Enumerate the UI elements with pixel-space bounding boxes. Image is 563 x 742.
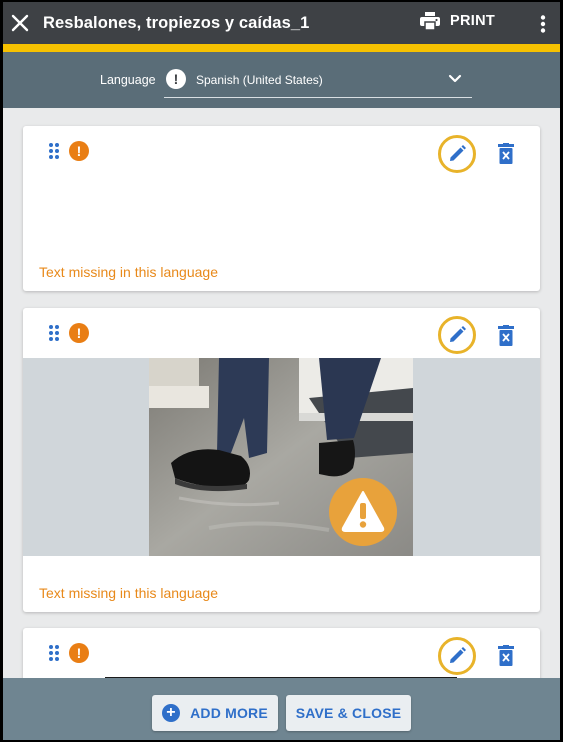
warning-triangle-icon — [329, 478, 397, 546]
drag-handle-icon[interactable] — [49, 645, 61, 661]
print-label: PRINT — [450, 13, 495, 29]
alert-icon: ! — [166, 69, 186, 89]
edit-button[interactable] — [438, 135, 476, 173]
content-card: ! — [23, 308, 540, 612]
delete-icon[interactable] — [497, 143, 515, 165]
missing-text-notice: Text missing in this language — [39, 585, 218, 601]
close-button[interactable] — [7, 10, 33, 36]
warning-icon: ! — [69, 141, 89, 161]
more-vertical-icon — [540, 15, 546, 33]
printer-icon — [420, 12, 440, 30]
add-more-button[interactable]: + ADD MORE — [152, 695, 278, 731]
image-area — [23, 358, 540, 556]
content-card: ! — [23, 628, 540, 678]
slip-hazard-photo — [149, 358, 413, 556]
page-title: Resbalones, tropiezos y caídas_1 — [43, 13, 310, 32]
footer-bar: + ADD MORE SAVE & CLOSE — [3, 678, 560, 740]
language-selected-value: Spanish (United States) — [196, 73, 323, 87]
drag-handle-icon[interactable] — [49, 325, 61, 341]
drag-handle-icon[interactable] — [49, 143, 61, 159]
delete-icon[interactable] — [497, 325, 515, 347]
missing-text-notice: Text missing in this language — [39, 264, 218, 280]
accent-stripe — [3, 44, 560, 52]
save-close-label: SAVE & CLOSE — [295, 705, 402, 721]
pencil-icon — [450, 647, 466, 663]
edit-button[interactable] — [438, 637, 476, 675]
content-list: ! Text missing in this language ! Text m… — [3, 108, 560, 678]
app-bar: Resbalones, tropiezos y caídas_1 PRINT — [3, 2, 560, 44]
print-button[interactable]: PRINT — [420, 12, 495, 30]
language-bar: Language ! Spanish (United States) — [3, 52, 560, 108]
pencil-icon — [450, 326, 466, 342]
edit-button[interactable] — [438, 316, 476, 354]
warning-icon: ! — [69, 323, 89, 343]
language-label: Language — [100, 73, 156, 87]
plus-circle-icon: + — [162, 704, 181, 722]
language-select[interactable]: ! Spanish (United States) — [164, 64, 472, 98]
app-frame: Resbalones, tropiezos y caídas_1 PRINT L… — [3, 2, 560, 740]
close-icon — [11, 14, 29, 32]
save-close-button[interactable]: SAVE & CLOSE — [286, 695, 411, 731]
content-card: ! Text missing in this language — [23, 126, 540, 291]
warning-icon: ! — [69, 643, 89, 663]
add-more-label: ADD MORE — [190, 705, 268, 721]
chevron-down-icon — [448, 74, 462, 83]
delete-icon[interactable] — [497, 645, 515, 667]
more-menu-button[interactable] — [533, 13, 553, 35]
pencil-icon — [450, 145, 466, 161]
